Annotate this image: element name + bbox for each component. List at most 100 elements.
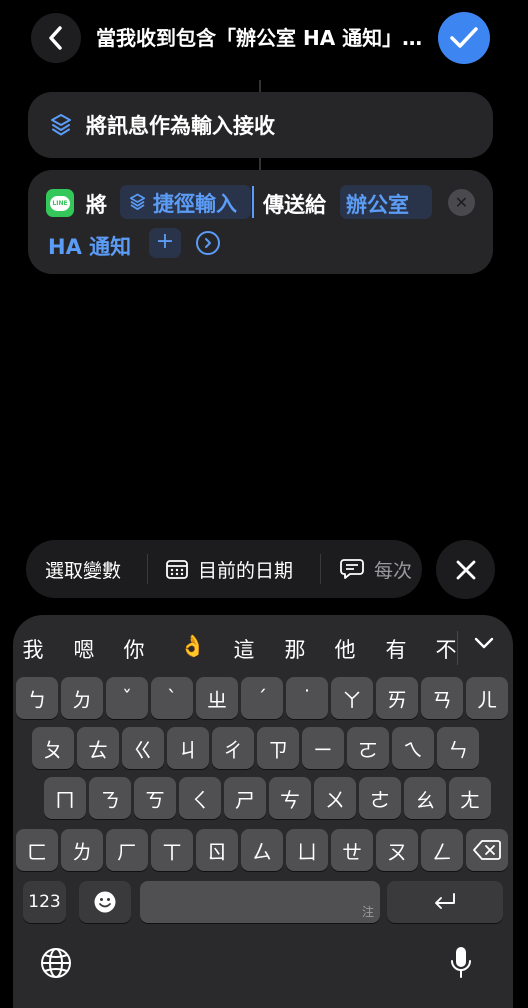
key[interactable]: ㄏ xyxy=(106,829,148,871)
key[interactable]: ㄞ xyxy=(376,677,418,719)
emoji-key[interactable] xyxy=(79,881,131,923)
key[interactable]: ˋ xyxy=(151,677,193,719)
key[interactable]: ㄛ xyxy=(347,727,389,769)
key[interactable]: ㄧ xyxy=(302,727,344,769)
key[interactable]: ㄓ xyxy=(196,677,238,719)
current-date-variable[interactable]: 目前的日期 xyxy=(166,540,293,598)
key[interactable]: ㄖ xyxy=(196,829,238,871)
recipient-label-cont[interactable]: HA 通知 xyxy=(48,231,131,261)
action-label: 將訊息作為輸入接收 xyxy=(86,114,275,138)
key[interactable]: ㄊ xyxy=(77,727,119,769)
return-key[interactable] xyxy=(387,881,503,923)
recipient-label[interactable]: 辦公室 xyxy=(346,189,409,219)
candidate-word[interactable]: 他 xyxy=(325,634,365,664)
flow-connector xyxy=(259,80,261,92)
back-button[interactable] xyxy=(31,13,81,63)
key[interactable]: ㄨ xyxy=(314,777,356,819)
key[interactable]: ˙ xyxy=(286,677,328,719)
chevron-left-icon xyxy=(49,26,62,50)
key[interactable]: ㄙ xyxy=(241,829,283,871)
header: 當我收到包含「辦公室 HA 通知」的訊息時 xyxy=(0,0,528,80)
input-variable-label: 捷徑輸入 xyxy=(153,192,237,216)
key[interactable]: ˇ xyxy=(106,677,148,719)
input-variable-token[interactable]: 捷徑輸入 xyxy=(120,185,251,219)
key[interactable]: ㄝ xyxy=(331,829,373,871)
key[interactable]: ㄋ xyxy=(89,777,131,819)
candidate-word[interactable]: 你 xyxy=(114,634,154,664)
divider xyxy=(320,554,321,584)
select-variable-button[interactable]: 選取變數 xyxy=(45,540,121,598)
key[interactable]: ㄐ xyxy=(167,727,209,769)
key[interactable]: ㄠ xyxy=(404,777,446,819)
shortcuts-layers-icon xyxy=(51,114,71,136)
numbers-key[interactable]: 123 xyxy=(23,881,66,923)
key[interactable]: ㄜ xyxy=(359,777,401,819)
key[interactable]: ㄎ xyxy=(134,777,176,819)
done-button[interactable] xyxy=(438,12,490,64)
shortcuts-layers-icon xyxy=(129,193,146,210)
action-send-line-message[interactable]: LINE 將 捷徑輸入 傳送給 辦公室 ✕ HA 通知 + xyxy=(28,170,493,274)
candidate-word[interactable]: 嗯 xyxy=(64,634,104,664)
action-verb: 將 xyxy=(86,193,107,217)
key[interactable]: ㄘ xyxy=(269,777,311,819)
line-logo-text: LINE xyxy=(50,195,70,211)
key[interactable]: ㄍ xyxy=(122,727,164,769)
action-receive-input[interactable]: 將訊息作為輸入接收 xyxy=(28,92,493,158)
key[interactable]: ㄦ xyxy=(466,677,508,719)
key[interactable]: ˊ xyxy=(241,677,283,719)
candidate-word[interactable]: 有 xyxy=(376,634,416,664)
line-app-icon: LINE xyxy=(46,189,74,217)
calendar-icon xyxy=(166,560,188,579)
remove-icon[interactable]: ✕ xyxy=(448,189,475,216)
key[interactable]: ㄥ xyxy=(421,829,463,871)
key[interactable]: ㄉ xyxy=(61,677,103,719)
current-date-label: 目前的日期 xyxy=(198,559,294,582)
add-text-button[interactable]: + xyxy=(149,228,181,258)
divider xyxy=(457,631,458,665)
text-cursor xyxy=(252,186,254,218)
flow-connector xyxy=(259,158,261,170)
key[interactable]: ㄩ xyxy=(286,829,328,871)
candidate-word[interactable]: 那 xyxy=(275,634,315,664)
each-time-label: 每次 xyxy=(374,559,413,582)
each-time-variable[interactable]: 每次 xyxy=(340,540,412,598)
candidate-word[interactable]: 我 xyxy=(13,634,53,664)
space-key[interactable]: 注 xyxy=(140,881,380,923)
key[interactable]: ㄚ xyxy=(331,677,373,719)
variable-suggestion-bar: 選取變數 目前的日期 每次 xyxy=(26,540,422,598)
key[interactable]: ㄡ xyxy=(376,829,418,871)
candidate-word[interactable]: 不 xyxy=(426,634,466,664)
chevron-right-circle-icon[interactable] xyxy=(196,231,220,255)
key[interactable]: ㄔ xyxy=(212,727,254,769)
key[interactable]: ㄒ xyxy=(151,829,193,871)
delete-key[interactable] xyxy=(466,829,508,871)
emoji-icon xyxy=(94,891,116,913)
candidate-word[interactable]: 👌 xyxy=(173,634,213,659)
key[interactable]: ㄈ xyxy=(16,829,58,871)
zhuyin-keyboard: 我 嗯 你 👌 這 那 他 有 不 ㄅ ㄉ ˇ ˋ ㄓ ˊ ˙ ㄚ ㄞ ㄢ ㄦ … xyxy=(13,615,513,1008)
page-title: 當我收到包含「辦公室 HA 通知」的訊息時 xyxy=(96,26,426,50)
key[interactable]: ㄌ xyxy=(61,829,103,871)
key[interactable]: ㄆ xyxy=(32,727,74,769)
key[interactable]: ㄣ xyxy=(437,727,479,769)
space-hint: 注 xyxy=(361,905,374,919)
key[interactable]: ㄑ xyxy=(179,777,221,819)
chevron-down-icon[interactable] xyxy=(473,635,495,654)
key[interactable]: ㄢ xyxy=(421,677,463,719)
delete-icon xyxy=(473,840,501,860)
divider xyxy=(147,554,148,584)
message-icon xyxy=(340,559,364,579)
close-icon[interactable] xyxy=(436,540,495,599)
key[interactable]: ㄅ xyxy=(16,677,58,719)
key[interactable]: ㄇ xyxy=(44,777,86,819)
key[interactable]: ㄤ xyxy=(449,777,491,819)
send-to-label: 傳送給 xyxy=(263,193,326,217)
checkmark-icon xyxy=(450,27,478,48)
key[interactable]: ㄕ xyxy=(224,777,266,819)
key[interactable]: ㄟ xyxy=(392,727,434,769)
candidate-word[interactable]: 這 xyxy=(224,634,264,664)
microphone-icon[interactable] xyxy=(450,945,472,985)
key[interactable]: ㄗ xyxy=(257,727,299,769)
globe-icon[interactable] xyxy=(40,947,72,983)
return-icon xyxy=(435,893,455,909)
